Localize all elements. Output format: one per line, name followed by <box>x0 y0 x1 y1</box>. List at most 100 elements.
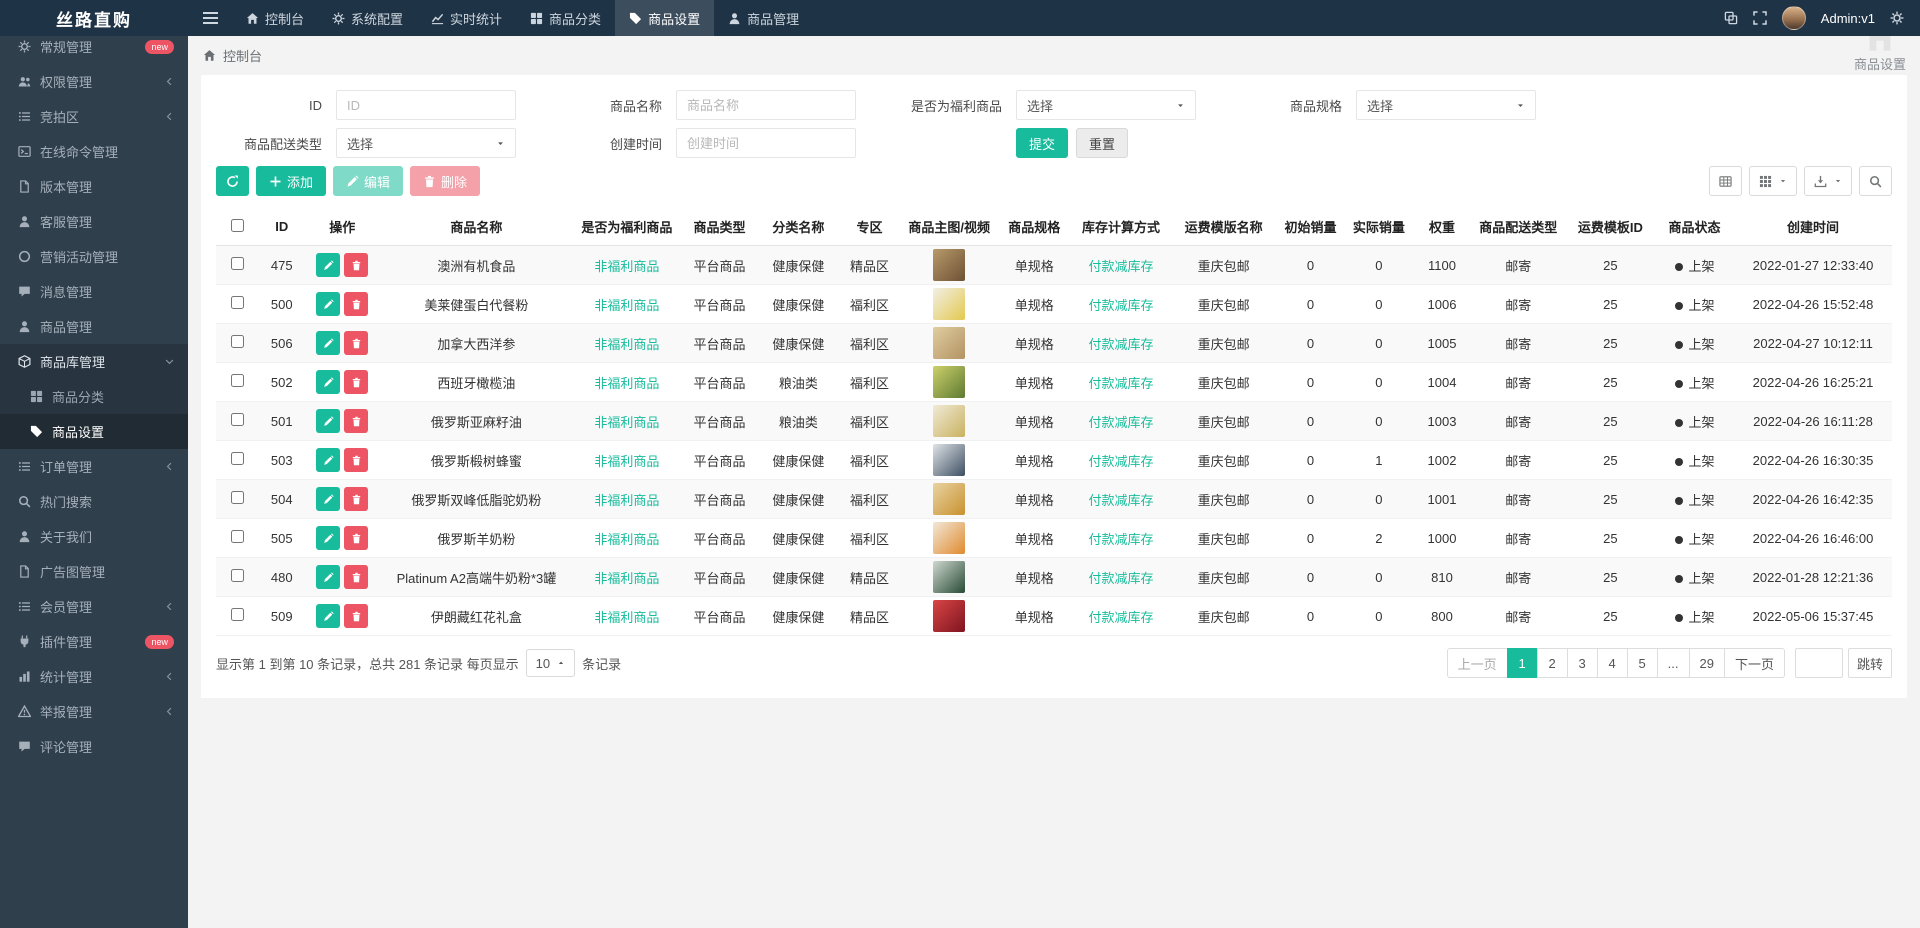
column-header[interactable]: 权重 <box>1413 208 1471 246</box>
row-edit-button[interactable] <box>316 526 341 550</box>
sidebar-item-member[interactable]: 会员管理 <box>0 589 188 624</box>
cell-welfare[interactable]: 非福利商品 <box>573 401 681 441</box>
sidebar-item-hot-search[interactable]: 热门搜索 <box>0 484 188 519</box>
product-thumbnail[interactable] <box>933 366 966 398</box>
sidebar-item-product-settings[interactable]: 商品设置 <box>0 414 188 449</box>
sidebar-item-report[interactable]: 举报管理 <box>0 694 188 729</box>
settings-gear-icon[interactable] <box>1890 11 1904 25</box>
edit-button[interactable]: 编辑 <box>333 166 404 196</box>
table-row[interactable]: 475 澳洲有机食品 非福利商品 平台商品 健康保健 精品区 单规格 付款减库存 重庆包邮 0 0 1… <box>216 245 1892 285</box>
jump-button[interactable]: 跳转 <box>1847 648 1892 678</box>
filter-created-input[interactable] <box>676 128 856 158</box>
filter-id-input[interactable] <box>336 90 516 120</box>
page-button-5[interactable]: 5 <box>1626 648 1658 678</box>
topnav-item-system-config[interactable]: 系统配置 <box>318 0 417 36</box>
jump-page-input[interactable] <box>1794 648 1843 678</box>
row-delete-button[interactable] <box>344 526 369 550</box>
row-checkbox[interactable] <box>230 569 244 582</box>
sidebar-item-comment[interactable]: 评论管理 <box>0 729 188 764</box>
export-button[interactable] <box>1804 166 1852 196</box>
row-edit-button[interactable] <box>316 331 341 355</box>
column-header[interactable]: 运费模板ID <box>1565 208 1656 246</box>
row-checkbox[interactable] <box>230 257 244 270</box>
row-edit-button[interactable] <box>316 604 341 628</box>
sidebar-item-product-store[interactable]: 商品库管理 <box>0 344 188 379</box>
product-thumbnail[interactable] <box>933 327 966 359</box>
page-button-29[interactable]: 29 <box>1688 648 1725 678</box>
sidebar-item-product-category[interactable]: 商品分类 <box>0 379 188 414</box>
add-button[interactable]: 添加 <box>256 166 327 196</box>
cell-stock-mode[interactable]: 付款减库存 <box>1071 362 1172 402</box>
column-header[interactable]: 商品主图/视频 <box>901 208 998 246</box>
cell-welfare[interactable]: 非福利商品 <box>573 323 681 363</box>
refresh-button[interactable] <box>216 166 249 196</box>
toggle-view-button[interactable] <box>1709 166 1742 196</box>
cell-stock-mode[interactable]: 付款减库存 <box>1071 245 1172 285</box>
reset-button[interactable]: 重置 <box>1076 128 1129 158</box>
column-header[interactable]: 初始销量 <box>1276 208 1345 246</box>
table-row[interactable]: 501 俄罗斯亚麻籽油 非福利商品 平台商品 粮油类 福利区 单规格 付款减库存 重庆包邮 0 0 1… <box>216 401 1892 441</box>
search-toggle-button[interactable] <box>1859 166 1892 196</box>
cell-welfare[interactable]: 非福利商品 <box>573 245 681 285</box>
page-button-4[interactable]: 4 <box>1596 648 1628 678</box>
row-delete-button[interactable] <box>344 565 369 589</box>
filter-welfare-select[interactable]: 选择 <box>1016 90 1196 120</box>
row-checkbox[interactable] <box>230 530 244 543</box>
table-row[interactable]: 506 加拿大西洋参 非福利商品 平台商品 健康保健 福利区 单规格 付款减库存 重庆包邮 0 0 1… <box>216 323 1892 363</box>
submit-button[interactable]: 提交 <box>1016 128 1069 158</box>
row-delete-button[interactable] <box>344 409 369 433</box>
sidebar-item-marketing[interactable]: 营销活动管理 <box>0 239 188 274</box>
product-thumbnail[interactable] <box>933 405 966 437</box>
filter-delivery-select[interactable]: 选择 <box>336 128 516 158</box>
row-delete-button[interactable] <box>344 448 369 472</box>
sidebar-toggle-button[interactable] <box>188 0 232 36</box>
cell-welfare[interactable]: 非福利商品 <box>573 596 681 636</box>
topnav-item-product-management[interactable]: 商品管理 <box>714 0 813 36</box>
cell-stock-mode[interactable]: 付款减库存 <box>1071 518 1172 558</box>
prev-page-button[interactable]: 上一页 <box>1446 648 1508 678</box>
select-all-checkbox[interactable] <box>230 218 244 232</box>
row-checkbox[interactable] <box>230 374 244 387</box>
row-edit-button[interactable] <box>316 370 341 394</box>
row-edit-button[interactable] <box>316 448 341 472</box>
cell-stock-mode[interactable]: 付款减库存 <box>1071 596 1172 636</box>
topnav-item-realtime-stats[interactable]: 实时统计 <box>417 0 516 36</box>
table-row[interactable]: 500 美莱健蛋白代餐粉 非福利商品 平台商品 健康保健 福利区 单规格 付款减库存 重庆包邮 0… <box>216 284 1892 324</box>
sidebar-item-ad-image[interactable]: 广告图管理 <box>0 554 188 589</box>
row-delete-button[interactable] <box>344 292 369 316</box>
breadcrumb[interactable]: 控制台 <box>223 46 262 65</box>
column-header[interactable]: ID <box>258 208 306 246</box>
sidebar-item-message[interactable]: 消息管理 <box>0 274 188 309</box>
cell-welfare[interactable]: 非福利商品 <box>573 440 681 480</box>
sidebar-item-online-command[interactable]: 在线命令管理 <box>0 134 188 169</box>
column-header[interactable]: 操作 <box>305 208 380 246</box>
sidebar-item-product[interactable]: 商品管理 <box>0 309 188 344</box>
cell-stock-mode[interactable]: 付款减库存 <box>1071 323 1172 363</box>
table-row[interactable]: 504 俄罗斯双峰低脂驼奶粉 非福利商品 平台商品 健康保健 福利区 单规格 付款减库存 重庆包… <box>216 479 1892 519</box>
avatar[interactable] <box>1781 6 1806 30</box>
cell-welfare[interactable]: 非福利商品 <box>573 557 681 597</box>
sidebar-item-about-us[interactable]: 关于我们 <box>0 519 188 554</box>
fullscreen-icon[interactable] <box>1753 11 1767 25</box>
row-delete-button[interactable] <box>344 487 369 511</box>
row-delete-button[interactable] <box>344 331 369 355</box>
column-header[interactable]: 是否为福利商品 <box>573 208 681 246</box>
page-button-2[interactable]: 2 <box>1536 648 1568 678</box>
sidebar-item-customer-service[interactable]: 客服管理 <box>0 204 188 239</box>
columns-button[interactable] <box>1749 166 1797 196</box>
row-delete-button[interactable] <box>344 253 369 277</box>
cell-welfare[interactable]: 非福利商品 <box>573 518 681 558</box>
page-size-select[interactable]: 10 <box>525 649 576 677</box>
cell-stock-mode[interactable]: 付款减库存 <box>1071 440 1172 480</box>
sidebar-item-order[interactable]: 订单管理 <box>0 449 188 484</box>
cell-welfare[interactable]: 非福利商品 <box>573 362 681 402</box>
column-header[interactable]: 商品类型 <box>680 208 759 246</box>
column-header[interactable]: 商品规格 <box>997 208 1072 246</box>
cell-stock-mode[interactable]: 付款减库存 <box>1071 401 1172 441</box>
product-thumbnail[interactable] <box>933 249 966 281</box>
row-edit-button[interactable] <box>316 487 341 511</box>
sidebar-item-auth[interactable]: 权限管理 <box>0 64 188 99</box>
sidebar-item-general[interactable]: 常规管理 new <box>0 36 188 64</box>
table-row[interactable]: 503 俄罗斯椴树蜂蜜 非福利商品 平台商品 健康保健 福利区 单规格 付款减库存 重庆包邮 0 1… <box>216 440 1892 480</box>
row-delete-button[interactable] <box>344 604 369 628</box>
